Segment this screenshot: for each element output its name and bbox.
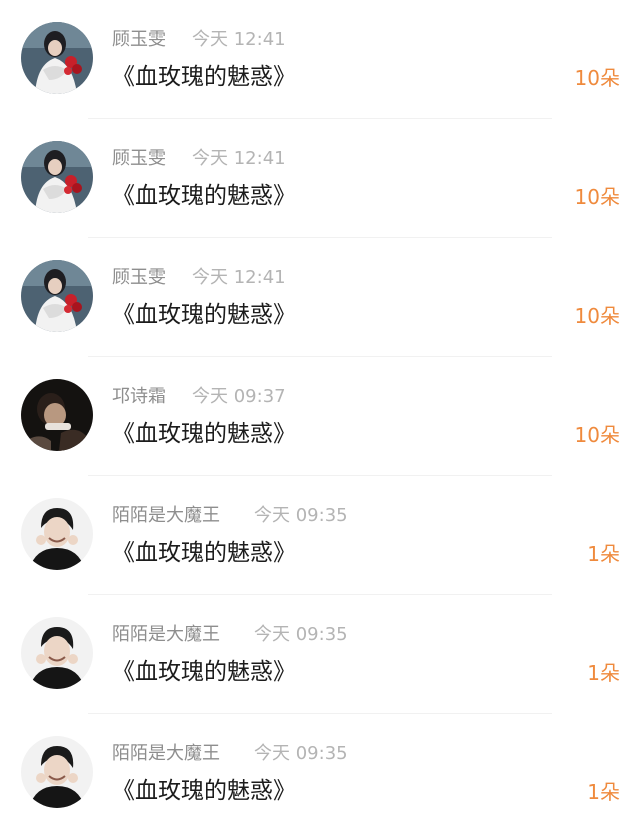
avatar[interactable] — [21, 260, 93, 332]
gift-count: 1朵 — [587, 661, 620, 685]
list-item[interactable]: 顾玉雯 今天 12:41 《血玫瑰的魅惑》 10朵 — [0, 0, 640, 119]
timestamp: 今天 12:41 — [192, 29, 286, 50]
list-item[interactable]: 陌陌是大魔王 今天 09:35 《血玫瑰的魅惑》 1朵 — [0, 476, 640, 595]
sender-name[interactable]: 顾玉雯 — [112, 267, 166, 289]
gift-count: 10朵 — [574, 304, 620, 328]
sender-name[interactable]: 顾玉雯 — [112, 29, 166, 51]
avatar[interactable] — [21, 22, 93, 94]
gift-title: 《血玫瑰的魅惑》 — [112, 540, 296, 566]
gift-title: 《血玫瑰的魅惑》 — [112, 659, 296, 685]
list-item[interactable]: 顾玉雯 今天 12:41 《血玫瑰的魅惑》 10朵 — [0, 238, 640, 357]
gift-title: 《血玫瑰的魅惑》 — [112, 421, 296, 447]
list-item[interactable]: 邛诗霜 今天 09:37 《血玫瑰的魅惑》 10朵 — [0, 357, 640, 476]
avatar[interactable] — [21, 498, 93, 570]
timestamp: 今天 09:35 — [254, 624, 348, 645]
timestamp: 今天 09:37 — [192, 386, 286, 407]
timestamp: 今天 09:35 — [254, 505, 348, 526]
sender-name[interactable]: 顾玉雯 — [112, 148, 166, 170]
gift-title: 《血玫瑰的魅惑》 — [112, 183, 296, 209]
timestamp: 今天 12:41 — [192, 267, 286, 288]
gift-title: 《血玫瑰的魅惑》 — [112, 302, 296, 328]
sender-name[interactable]: 陌陌是大魔王 — [112, 505, 220, 527]
list-item[interactable]: 顾玉雯 今天 12:41 《血玫瑰的魅惑》 10朵 — [0, 119, 640, 238]
avatar[interactable] — [21, 379, 93, 451]
list-item[interactable]: 陌陌是大魔王 今天 09:35 《血玫瑰的魅惑》 1朵 — [0, 595, 640, 714]
list-item[interactable]: 陌陌是大魔王 今天 09:35 《血玫瑰的魅惑》 1朵 — [0, 714, 640, 833]
gift-record-list: 顾玉雯 今天 12:41 《血玫瑰的魅惑》 10朵 顾玉雯 今天 12:41 《… — [0, 0, 640, 836]
avatar[interactable] — [21, 141, 93, 213]
gift-title: 《血玫瑰的魅惑》 — [112, 778, 296, 804]
sender-name[interactable]: 邛诗霜 — [112, 386, 166, 408]
gift-title: 《血玫瑰的魅惑》 — [112, 64, 296, 90]
sender-name[interactable]: 陌陌是大魔王 — [112, 624, 220, 646]
gift-count: 1朵 — [587, 780, 620, 804]
timestamp: 今天 12:41 — [192, 148, 286, 169]
gift-count: 10朵 — [574, 66, 620, 90]
gift-count: 10朵 — [574, 185, 620, 209]
avatar[interactable] — [21, 617, 93, 689]
gift-count: 1朵 — [587, 542, 620, 566]
avatar[interactable] — [21, 736, 93, 808]
gift-count: 10朵 — [574, 423, 620, 447]
sender-name[interactable]: 陌陌是大魔王 — [112, 743, 220, 765]
timestamp: 今天 09:35 — [254, 743, 348, 764]
